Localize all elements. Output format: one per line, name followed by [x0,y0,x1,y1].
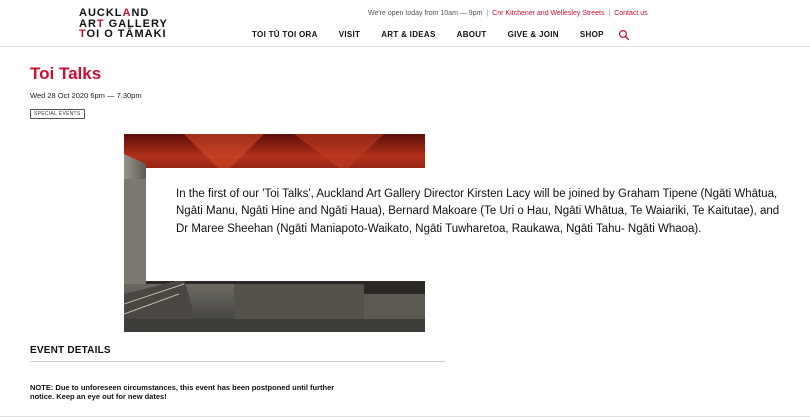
section-divider [30,361,445,362]
opening-hours-text: We're open today from 10am — 9pm [368,10,483,17]
opening-hours-notice: We're open today from 10am — 9pm | Cnr K… [368,10,648,17]
nav-item-toi-tu-toi-ora[interactable]: TOI TŪ TOI ORA [252,30,318,39]
postponement-note: NOTE: Due to unforeseen circumstances, t… [30,383,335,401]
contact-us-link[interactable]: Contact us [614,10,647,17]
main-navigation: TOI TŪ TOI ORA VISIT ART & IDEAS ABOUT G… [252,28,630,41]
event-description-card: In the first of our 'Toi Talks', Aucklan… [146,168,805,281]
logo-text: OI O TĀMAKI [86,28,167,40]
address-link[interactable]: Cnr Kitchener and Wellesley Streets [492,10,604,17]
event-description: In the first of our 'Toi Talks', Aucklan… [176,188,780,235]
category-tag[interactable]: SPECIAL EVENTS [30,109,85,119]
nav-item-visit[interactable]: VISIT [339,30,361,39]
page-divider [0,416,810,417]
site-header: AUCKLAND ART GALLERY TOI O TĀMAKI We're … [0,0,810,47]
search-icon[interactable] [618,28,630,41]
logo-line-3: TOI O TĀMAKI [79,29,168,40]
notice-separator: | [608,10,611,17]
logo-text-accent: T [79,28,87,40]
event-details-heading: EVENT DETAILS [30,345,111,356]
nav-item-give-and-join[interactable]: GIVE & JOIN [508,30,559,39]
nav-item-shop[interactable]: SHOP [580,30,604,39]
event-datetime: Wed 28 Oct 2020 6pm — 7.30pm [30,91,142,100]
nav-item-about[interactable]: ABOUT [457,30,487,39]
nav-item-art-and-ideas[interactable]: ART & IDEAS [381,30,435,39]
page-title: Toi Talks [30,64,102,83]
gallery-logo[interactable]: AUCKLAND ART GALLERY TOI O TĀMAKI [79,8,168,40]
notice-separator: | [486,10,489,17]
